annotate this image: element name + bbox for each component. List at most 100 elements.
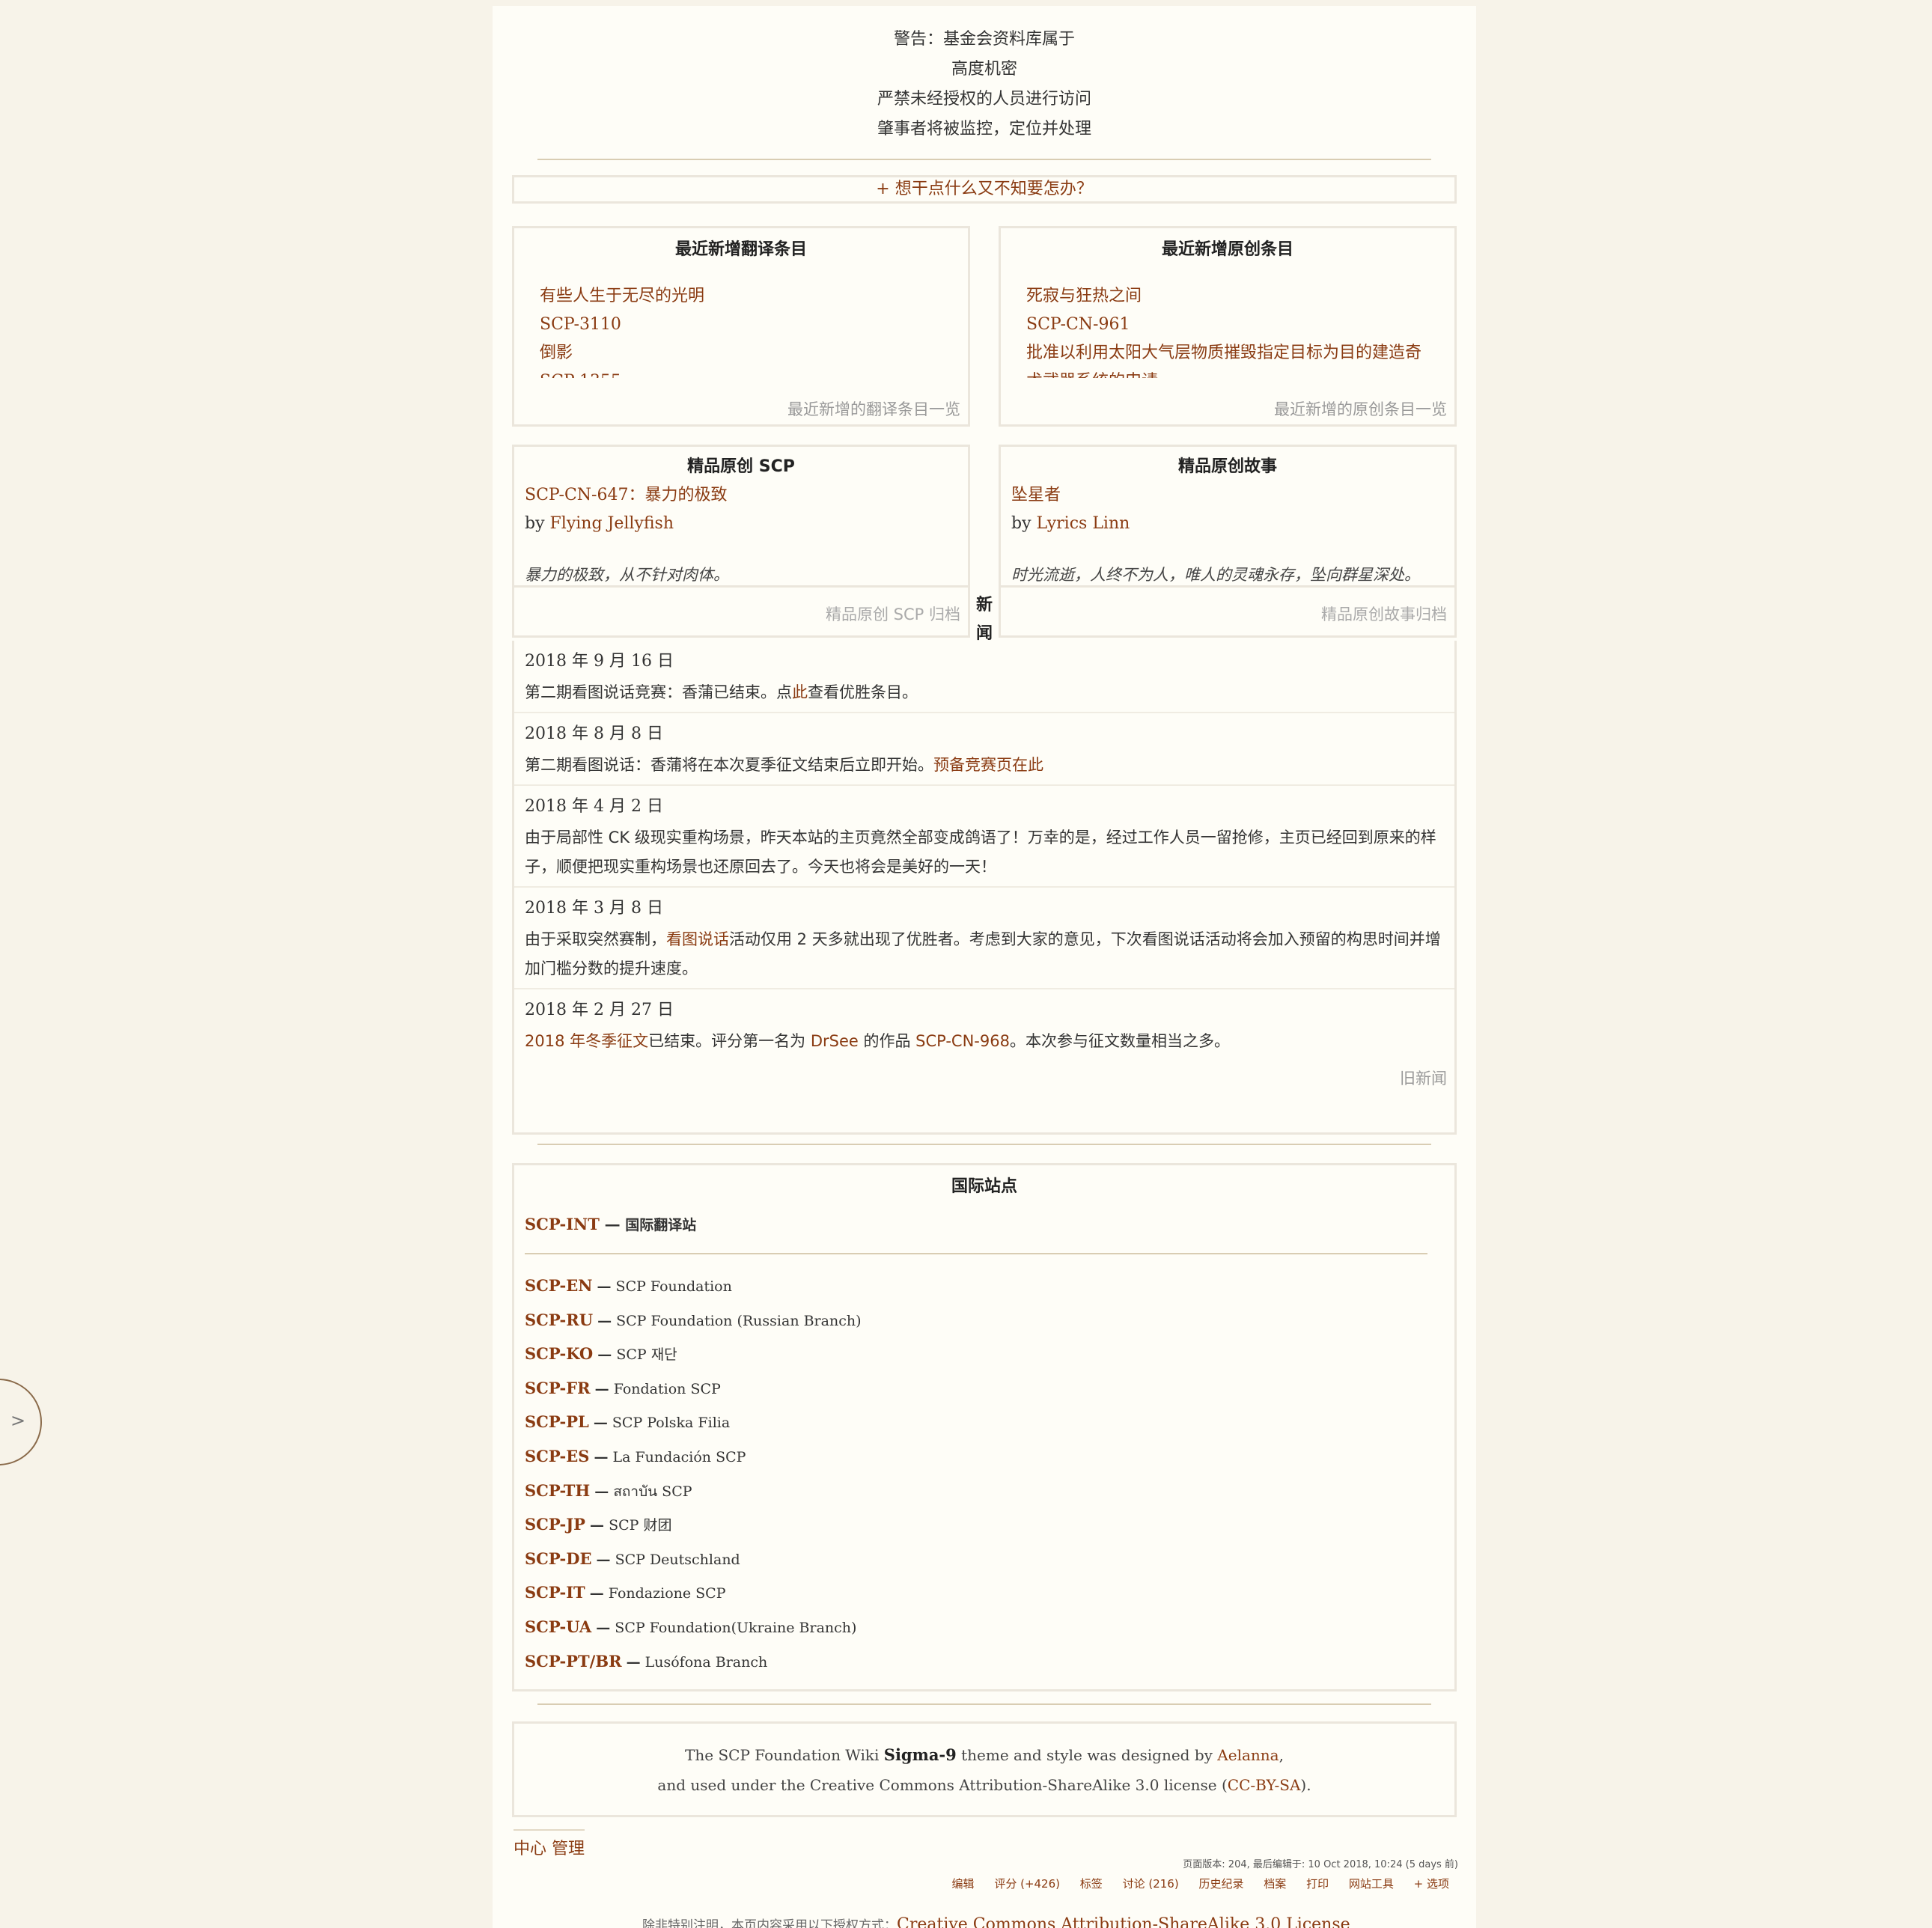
site-link[interactable]: SCP-JP bbox=[525, 1515, 585, 1534]
recent-translations-more-link[interactable]: 最近新增的翻译条目一览 bbox=[787, 397, 960, 420]
news-tab[interactable]: 新 闻 bbox=[973, 591, 996, 648]
license-link[interactable]: CC-BY-SA bbox=[1228, 1776, 1301, 1794]
news-link[interactable]: 此 bbox=[792, 683, 808, 701]
site-name: SCP Deutschland bbox=[615, 1551, 740, 1568]
warning-line: 警告：基金会资料库属于 bbox=[893, 30, 1075, 49]
entry-link[interactable]: SCP-3110 bbox=[540, 315, 621, 334]
list-item[interactable]: SCP-1355 bbox=[540, 367, 968, 378]
list-item[interactable]: 有些人生于无尽的光明 bbox=[540, 282, 968, 311]
list-item[interactable]: SCP-3110 bbox=[540, 311, 968, 339]
news-date: 2018 年 9 月 16 日 bbox=[525, 652, 674, 671]
manage-link[interactable]: 管理 bbox=[552, 1840, 585, 1858]
news-link[interactable]: 预备竞赛页在此 bbox=[933, 756, 1043, 774]
author-link[interactable]: Lyrics Linn bbox=[1037, 514, 1130, 533]
print-button[interactable]: 打印 bbox=[1306, 1877, 1329, 1891]
credit-text: and used under the Creative Commons Attr… bbox=[657, 1776, 1228, 1794]
site-link[interactable]: SCP-RU bbox=[525, 1311, 593, 1329]
entry-link[interactable]: 死寂与狂热之间 bbox=[1026, 287, 1142, 305]
dash: — bbox=[597, 1278, 612, 1295]
entry-link[interactable]: SCP-1355 bbox=[540, 372, 621, 378]
site-link[interactable]: SCP-IT bbox=[525, 1583, 585, 1602]
recent-originals-more-link[interactable]: 最近新增的原创条目一览 bbox=[1274, 397, 1447, 420]
rate-button[interactable]: 评分 (+426) bbox=[994, 1877, 1060, 1891]
dash: — bbox=[590, 1517, 605, 1534]
author-link[interactable]: DrSee bbox=[811, 1032, 859, 1050]
site-link[interactable]: SCP-TH bbox=[525, 1481, 590, 1500]
entry-link[interactable]: SCP-CN-961 bbox=[1026, 315, 1130, 334]
news-text-part: 第二期看图说话：香蒲将在本次夏季征文结束后立即开始。 bbox=[525, 756, 933, 774]
dash: — bbox=[593, 1415, 608, 1432]
featured-scp-link[interactable]: SCP-CN-647：暴力的极致 bbox=[525, 486, 727, 504]
old-news-link[interactable]: 旧新闻 bbox=[514, 1061, 1454, 1089]
history-button[interactable]: 历史纪录 bbox=[1198, 1877, 1243, 1891]
page-options-bar: 编辑 评分 (+426) 标签 讨论 (216) 历史纪录 档案 打印 网站工具… bbox=[936, 1876, 1449, 1891]
news-text: 第二期看图说话竞赛：香蒲已结束。点此查看优胜条目。 bbox=[525, 678, 1444, 712]
site-link[interactable]: SCP-INT bbox=[525, 1215, 600, 1233]
discuss-button[interactable]: 讨论 (216) bbox=[1123, 1877, 1179, 1891]
news-link[interactable]: 看图说话 bbox=[666, 930, 729, 948]
options-button[interactable]: + 选项 bbox=[1414, 1877, 1449, 1891]
site-tools-button[interactable]: 网站工具 bbox=[1349, 1877, 1394, 1891]
entry-link[interactable]: 批准以利用太阳大气层物质摧毁指定目标为目的建造奇术武器系统的申请 bbox=[1026, 344, 1421, 378]
entry-link[interactable]: 倒影 bbox=[540, 344, 573, 362]
divider bbox=[537, 1703, 1431, 1705]
chevron-right-icon: > bbox=[10, 1410, 26, 1431]
dash: — bbox=[596, 1551, 611, 1568]
files-button[interactable]: 档案 bbox=[1264, 1877, 1286, 1891]
site-link[interactable]: SCP-FR bbox=[525, 1379, 591, 1397]
featured-story-link[interactable]: 坠星者 bbox=[1011, 486, 1061, 504]
side-menu-toggle[interactable]: > bbox=[0, 1379, 42, 1465]
designer-link[interactable]: Aelanna bbox=[1217, 1746, 1279, 1764]
recent-translations-list: 有些人生于无尽的光明 SCP-3110 倒影 SCP-1355 bbox=[540, 282, 968, 378]
help-link[interactable]: + 想干点什么又不知要怎办？ bbox=[876, 180, 1092, 198]
news-text: 由于采取突然赛制，看图说话活动仅用 2 天多就出现了优胜者。考虑到大家的意见，下… bbox=[525, 925, 1444, 988]
entry-link[interactable]: SCP-CN-968 bbox=[915, 1032, 1010, 1050]
list-item[interactable]: 批准以利用太阳大气层物质摧毁指定目标为目的建造奇术武器系统的申请 bbox=[1026, 339, 1432, 378]
dash: — bbox=[596, 1619, 611, 1636]
featured-scp-body: SCP-CN-647：暴力的极致 by Flying Jellyfish 暴力的… bbox=[514, 481, 968, 589]
author-link[interactable]: Flying Jellyfish bbox=[550, 514, 674, 533]
intl-site-list: SCP-EN — SCP Foundation SCP-RU — SCP Fou… bbox=[525, 1269, 1454, 1679]
news-item: 2018 年 2 月 27 日 2018 年冬季征文已结束。评分第一名为 DrS… bbox=[514, 989, 1454, 1061]
box-title: 最近新增翻译条目 bbox=[674, 240, 807, 259]
divider bbox=[525, 1253, 1427, 1254]
edit-button[interactable]: 编辑 bbox=[952, 1877, 975, 1891]
site-name: สถาบัน SCP bbox=[613, 1483, 692, 1500]
news-box: 2018 年 9 月 16 日 第二期看图说话竞赛：香蒲已结束。点此查看优胜条目… bbox=[512, 641, 1457, 1135]
list-item: SCP-PT/BR — Lusófona Branch bbox=[525, 1645, 1454, 1680]
site-link[interactable]: SCP-DE bbox=[525, 1549, 591, 1568]
site-link[interactable]: SCP-PT/BR bbox=[525, 1652, 622, 1671]
list-item[interactable]: SCP-CN-961 bbox=[1026, 311, 1432, 339]
list-item[interactable]: 死寂与狂热之间 bbox=[1026, 282, 1432, 311]
credit-text: The SCP Foundation Wiki bbox=[685, 1746, 884, 1764]
site-name: SCP 재단 bbox=[616, 1346, 677, 1364]
credit-text: ). bbox=[1300, 1776, 1311, 1794]
site-link[interactable]: SCP-PL bbox=[525, 1412, 589, 1431]
site-link[interactable]: SCP-KO bbox=[525, 1344, 593, 1363]
list-item: SCP-JP — SCP 财团 bbox=[525, 1508, 1454, 1543]
news-text-part: 。本次参与征文数量相当之多。 bbox=[1009, 1032, 1230, 1050]
list-item[interactable]: 倒影 bbox=[540, 339, 968, 367]
list-item: SCP-EN — SCP Foundation bbox=[525, 1269, 1454, 1304]
divider bbox=[537, 159, 1431, 160]
news-link[interactable]: 2018 年冬季征文 bbox=[525, 1032, 648, 1050]
news-item: 2018 年 9 月 16 日 第二期看图说话竞赛：香蒲已结束。点此查看优胜条目… bbox=[514, 641, 1454, 713]
site-link[interactable]: SCP-UA bbox=[525, 1617, 591, 1636]
license-link[interactable]: Creative Commons Attribution-ShareAlike … bbox=[897, 1915, 1350, 1928]
site-name: 国际翻译站 bbox=[625, 1217, 697, 1233]
news-text-part: 第二期看图说话竞赛：香蒲已结束。点 bbox=[525, 683, 792, 701]
featured-story-archive-link[interactable]: 精品原创故事归档 bbox=[1321, 602, 1447, 625]
news-item: 2018 年 4 月 2 日 由于局部性 CK 级现实重构场景，昨天本站的主页竟… bbox=[514, 786, 1454, 888]
list-item: SCP-FR — Fondation SCP bbox=[525, 1372, 1454, 1406]
center-link[interactable]: 中心 bbox=[514, 1840, 546, 1858]
recent-originals-list: 死寂与狂热之间 SCP-CN-961 批准以利用太阳大气层物质摧毁指定目标为目的… bbox=[1026, 282, 1432, 378]
site-link[interactable]: SCP-ES bbox=[525, 1447, 589, 1465]
help-bar[interactable]: + 想干点什么又不知要怎办？ bbox=[512, 175, 1457, 204]
news-date: 2018 年 3 月 8 日 bbox=[525, 899, 663, 918]
site-link[interactable]: SCP-EN bbox=[525, 1276, 592, 1295]
list-item: SCP-IT — Fondazione SCP bbox=[525, 1576, 1454, 1611]
entry-link[interactable]: 有些人生于无尽的光明 bbox=[540, 287, 704, 305]
news-tab-label: 新 bbox=[975, 596, 993, 614]
featured-scp-archive-link[interactable]: 精品原创 SCP 归档 bbox=[826, 602, 960, 625]
tags-button[interactable]: 标签 bbox=[1080, 1877, 1103, 1891]
